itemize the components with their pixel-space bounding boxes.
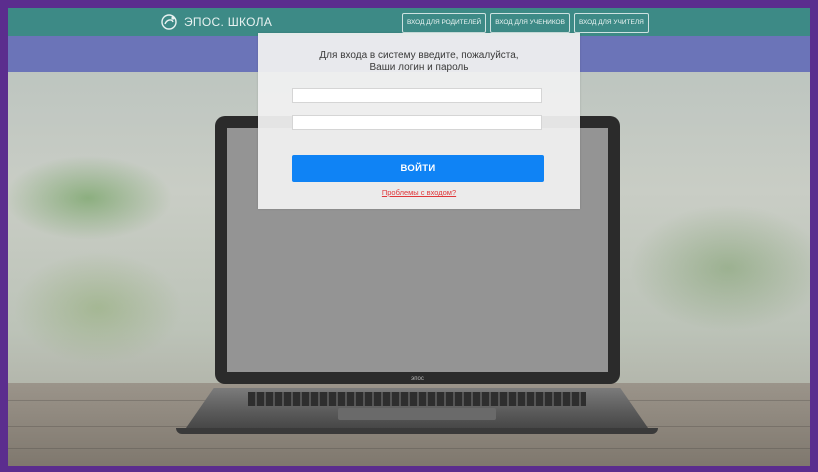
username-input[interactable]	[292, 88, 542, 103]
page: эпос ЭПОС. ШКОЛА ВХОД ДЛЯ РОДИТЕЛЕЙ ВХОД…	[8, 8, 810, 466]
brand[interactable]: ЭПОС. ШКОЛА	[160, 11, 272, 33]
nav-parents-login[interactable]: ВХОД ДЛЯ РОДИТЕЛЕЙ	[402, 13, 487, 33]
login-panel: Для входа в систему введите, пожалуйста,…	[258, 33, 580, 209]
laptop-keyboard	[248, 392, 586, 406]
table-grain	[8, 448, 810, 449]
login-trouble-link[interactable]: Проблемы с входом?	[258, 188, 580, 197]
laptop-base-front	[176, 428, 658, 434]
top-header: ЭПОС. ШКОЛА ВХОД ДЛЯ РОДИТЕЛЕЙ ВХОД ДЛЯ …	[8, 8, 810, 36]
password-input[interactable]	[292, 115, 542, 130]
login-role-nav: ВХОД ДЛЯ РОДИТЕЛЕЙ ВХОД ДЛЯ УЧЕНИКОВ ВХО…	[402, 13, 649, 33]
login-prompt: Для входа в систему введите, пожалуйста,…	[258, 50, 580, 74]
login-button[interactable]: ВОЙТИ	[292, 155, 544, 182]
brand-name: ЭПОС. ШКОЛА	[184, 15, 273, 29]
nav-students-login[interactable]: ВХОД ДЛЯ УЧЕНИКОВ	[490, 13, 570, 33]
epos-logo-icon	[160, 13, 178, 31]
nav-teacher-login[interactable]: ВХОД ДЛЯ УЧИТЕЛЯ	[573, 13, 649, 33]
laptop-logo: эпос	[411, 376, 424, 382]
laptop-trackpad	[338, 408, 496, 420]
login-prompt-line2: Ваши логин и пароль	[369, 62, 469, 73]
login-prompt-line1: Для входа в систему введите, пожалуйста,	[319, 50, 519, 61]
